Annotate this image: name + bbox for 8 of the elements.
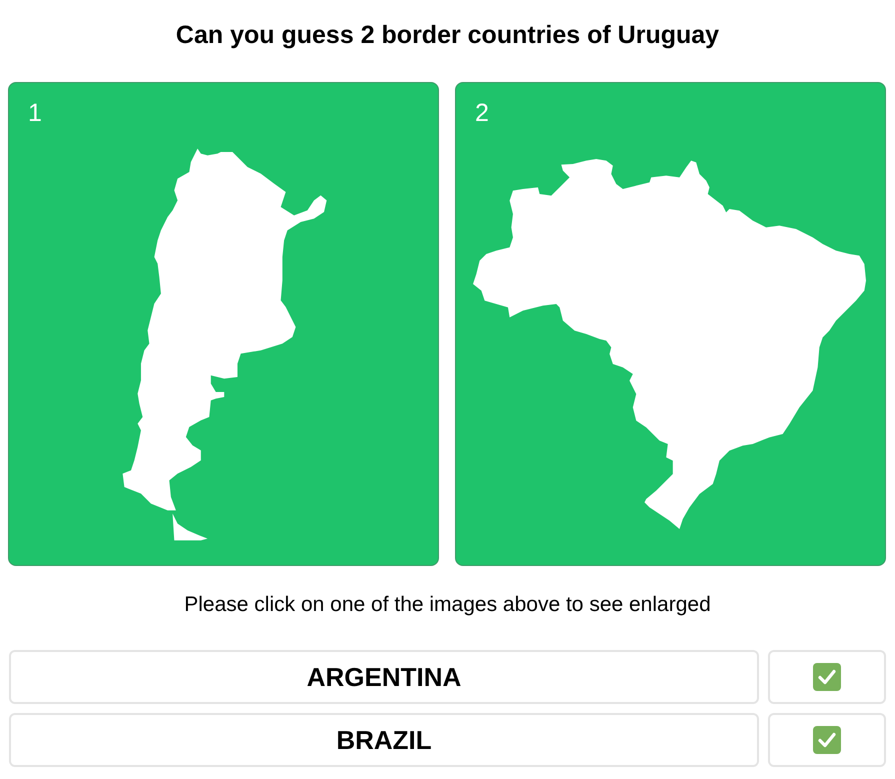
country-answer: ARGENTINA bbox=[9, 650, 759, 704]
map-card[interactable]: 2 bbox=[455, 82, 886, 566]
map-card[interactable]: 1 bbox=[8, 82, 439, 566]
card-number: 2 bbox=[475, 98, 489, 129]
quiz-title: Can you guess 2 border countries of Uruguay bbox=[176, 20, 720, 51]
card-number: 1 bbox=[28, 98, 42, 129]
instruction-text: Please click on one of the images above to see enlarged bbox=[184, 592, 711, 618]
country-answer: BRAZIL bbox=[9, 713, 759, 767]
